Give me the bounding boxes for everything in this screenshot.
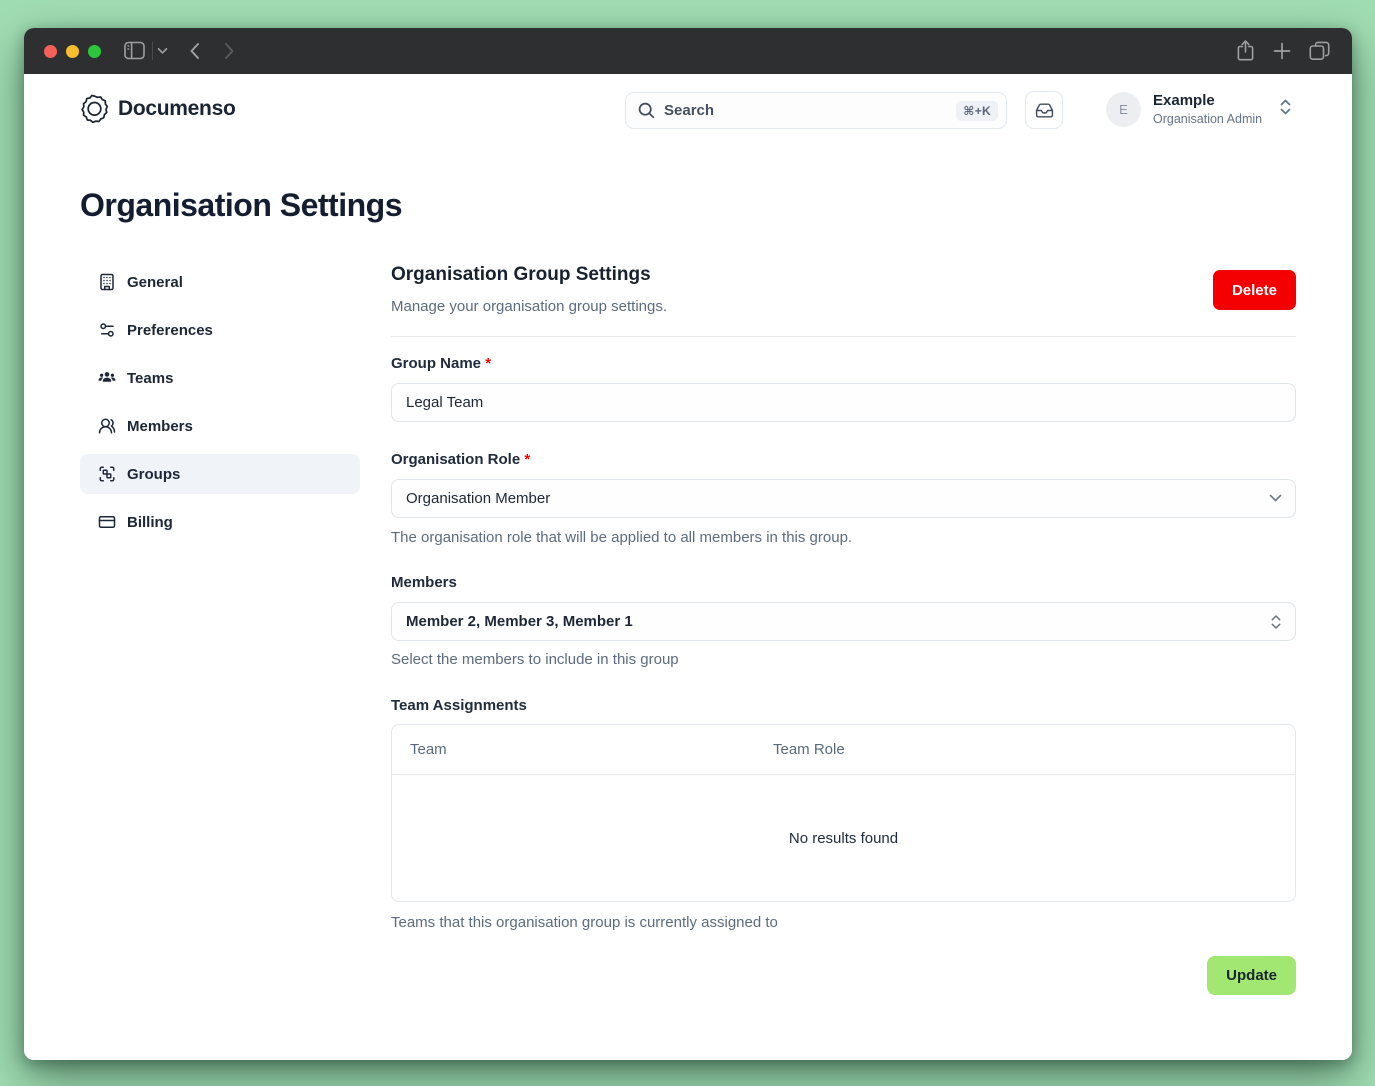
organisation-role-label-text: Organisation Role bbox=[391, 451, 520, 468]
group-name-input[interactable] bbox=[391, 383, 1296, 422]
browser-window: Documenso ⌘+K E Example Organisation Adm… bbox=[24, 28, 1352, 1060]
credit-card-icon bbox=[98, 513, 116, 531]
required-asterisk: * bbox=[485, 355, 491, 372]
search-shortcut-badge: ⌘+K bbox=[956, 101, 998, 121]
members-helper: Select the members to include in this gr… bbox=[391, 651, 1296, 668]
organisation-role-label: Organisation Role * bbox=[391, 451, 1296, 468]
documenso-seal-icon bbox=[80, 94, 109, 123]
chevron-down-icon bbox=[1269, 494, 1282, 503]
close-window-button[interactable] bbox=[44, 45, 57, 58]
account-name: Example bbox=[1153, 92, 1265, 110]
sidebar-item-label: General bbox=[127, 274, 183, 291]
avatar: E bbox=[1106, 92, 1141, 127]
section-divider bbox=[391, 336, 1296, 337]
chevrons-up-down-icon bbox=[1279, 99, 1292, 120]
delete-button[interactable]: Delete bbox=[1213, 270, 1296, 310]
sidebar-item-label: Members bbox=[127, 418, 193, 435]
form-footer: Update bbox=[391, 956, 1296, 995]
users-group-icon bbox=[98, 369, 116, 387]
sidebar-item-label: Groups bbox=[127, 466, 180, 483]
account-role: Organisation Admin bbox=[1153, 111, 1265, 127]
team-assignments-table: Team Team Role No results found bbox=[391, 724, 1296, 902]
sidebar-item-general[interactable]: General bbox=[80, 262, 360, 302]
new-tab-icon[interactable] bbox=[1273, 42, 1291, 60]
members-select[interactable]: Member 2, Member 3, Member 1 bbox=[391, 602, 1296, 641]
account-menu[interactable]: E Example Organisation Admin bbox=[1106, 92, 1292, 127]
building-icon bbox=[98, 273, 116, 291]
team-assignments-helper: Teams that this organisation group is cu… bbox=[391, 914, 1296, 931]
group-icon bbox=[98, 465, 116, 483]
sidebar-chevron-down-icon[interactable] bbox=[157, 47, 168, 55]
organisation-role-value: Organisation Member bbox=[406, 490, 550, 507]
members-value: Member 2, Member 3, Member 1 bbox=[406, 613, 633, 630]
sidebar-item-billing[interactable]: Billing bbox=[80, 502, 360, 542]
sidebar-item-label: Preferences bbox=[127, 322, 213, 339]
sidebar-item-preferences[interactable]: Preferences bbox=[80, 310, 360, 350]
account-texts: Example Organisation Admin bbox=[1153, 92, 1265, 127]
page-title: Organisation Settings bbox=[80, 187, 402, 224]
titlebar-divider bbox=[152, 42, 153, 60]
table-header-row: Team Team Role bbox=[392, 725, 1295, 775]
desktop-background: { "window": { "titlebar": { "controls": … bbox=[0, 0, 1375, 1086]
search-input[interactable] bbox=[664, 102, 956, 119]
chevrons-up-down-icon bbox=[1270, 614, 1282, 630]
column-header-team: Team bbox=[392, 741, 755, 758]
minimize-window-button[interactable] bbox=[66, 45, 79, 58]
organisation-role-helper: The organisation role that will be appli… bbox=[391, 529, 1296, 546]
section-header: Organisation Group Settings Manage your … bbox=[391, 264, 1296, 315]
required-asterisk: * bbox=[524, 451, 530, 468]
table-empty-state: No results found bbox=[392, 775, 1295, 901]
sidebar-item-members[interactable]: Members bbox=[80, 406, 360, 446]
tab-overview-icon[interactable] bbox=[1309, 41, 1330, 61]
section-title: Organisation Group Settings bbox=[391, 264, 1296, 286]
sidebar-item-label: Teams bbox=[127, 370, 173, 387]
forward-icon[interactable] bbox=[224, 42, 235, 60]
brand-name: Documenso bbox=[118, 97, 236, 121]
settings-sidebar: General Preferences bbox=[80, 262, 360, 550]
section-subtitle: Manage your organisation group settings. bbox=[391, 298, 1296, 315]
organisation-role-select[interactable]: Organisation Member bbox=[391, 479, 1296, 518]
maximize-window-button[interactable] bbox=[88, 45, 101, 58]
brand-logo[interactable]: Documenso bbox=[80, 94, 236, 123]
group-name-label: Group Name * bbox=[391, 355, 1296, 372]
inbox-icon bbox=[1035, 101, 1054, 120]
page-content: Documenso ⌘+K E Example Organisation Adm… bbox=[24, 74, 1352, 1060]
group-name-label-text: Group Name bbox=[391, 355, 481, 372]
back-icon[interactable] bbox=[189, 42, 200, 60]
search-icon bbox=[638, 102, 655, 119]
users-icon bbox=[98, 417, 116, 435]
search-bar[interactable]: ⌘+K bbox=[625, 92, 1007, 129]
inbox-button[interactable] bbox=[1025, 91, 1063, 129]
sidebar-item-label: Billing bbox=[127, 514, 173, 531]
team-assignments-label: Team Assignments bbox=[391, 697, 1296, 714]
sliders-icon bbox=[98, 321, 116, 339]
members-label: Members bbox=[391, 574, 1296, 591]
column-header-team-role: Team Role bbox=[755, 741, 1295, 758]
update-button[interactable]: Update bbox=[1207, 956, 1296, 995]
sidebar-toggle-icon[interactable] bbox=[124, 41, 145, 60]
sidebar-item-groups[interactable]: Groups bbox=[80, 454, 360, 494]
group-settings-panel: Organisation Group Settings Manage your … bbox=[391, 264, 1296, 995]
share-icon[interactable] bbox=[1237, 40, 1254, 61]
window-titlebar bbox=[24, 28, 1352, 74]
sidebar-item-teams[interactable]: Teams bbox=[80, 358, 360, 398]
